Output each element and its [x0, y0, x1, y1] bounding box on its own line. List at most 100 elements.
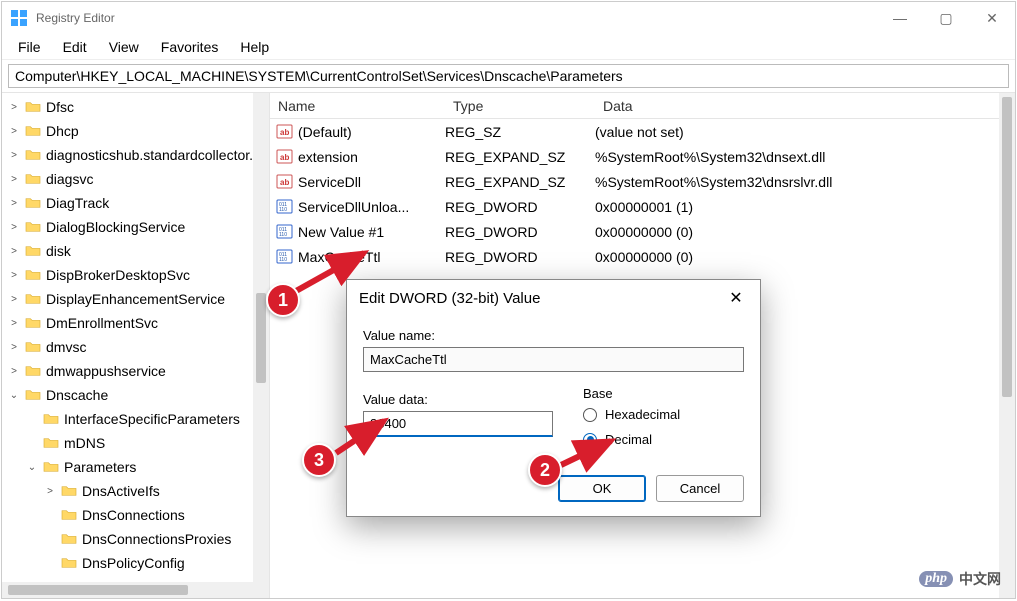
menu-help[interactable]: Help — [230, 37, 279, 57]
tree-item[interactable]: > Dfsc — [2, 95, 269, 119]
list-row[interactable]: (Default)REG_SZ(value not set) — [270, 119, 1015, 144]
tree-item-label: DiagTrack — [46, 195, 109, 211]
tree-twisty-icon[interactable]: > — [6, 342, 22, 353]
tree-twisty-icon[interactable]: > — [6, 246, 22, 257]
tree-item[interactable]: DnsPolicyConfig — [2, 551, 269, 575]
tree-item-label: DialogBlockingService — [46, 219, 185, 235]
maximize-button[interactable]: ▢ — [923, 2, 969, 34]
tree-item[interactable]: >DnsActiveIfs — [2, 479, 269, 503]
tree-twisty-icon[interactable]: > — [6, 318, 22, 329]
menu-file[interactable]: File — [8, 37, 51, 57]
dialog-titlebar[interactable]: Edit DWORD (32-bit) Value ✕ — [347, 280, 760, 316]
tree-panel[interactable]: > Dfsc > Dhcp >diagnosticshub.standardcollec… — [2, 93, 270, 598]
tree-item[interactable]: mDNS — [2, 431, 269, 455]
dialog-close-button[interactable]: ✕ — [724, 288, 748, 308]
tree-vertical-scrollbar[interactable] — [253, 93, 269, 582]
cell-type: REG_DWORD — [445, 249, 595, 265]
base-label: Base — [583, 386, 744, 401]
minimize-button[interactable]: — — [877, 2, 923, 34]
tree-twisty-icon[interactable]: > — [6, 102, 22, 113]
titlebar[interactable]: Registry Editor — ▢ ✕ — [2, 2, 1015, 34]
close-icon: ✕ — [729, 290, 742, 307]
address-input[interactable] — [8, 64, 1009, 88]
list-row[interactable]: New Value #1REG_DWORD0x00000000 (0) — [270, 219, 1015, 244]
tree-item-label: Dfsc — [46, 99, 74, 115]
tree-item[interactable]: >diagnosticshub.standardcollector.s — [2, 143, 269, 167]
list-row[interactable]: extensionREG_EXPAND_SZ%SystemRoot%\Syste… — [270, 144, 1015, 169]
minimize-icon: — — [893, 10, 907, 26]
tree-twisty-icon[interactable]: > — [6, 294, 22, 305]
tree-item[interactable]: ⌄Dnscache — [2, 383, 269, 407]
tree-twisty-icon[interactable]: > — [6, 150, 22, 161]
radio-icon — [583, 408, 597, 422]
menu-edit[interactable]: Edit — [53, 37, 97, 57]
tree-item-label: DmEnrollmentSvc — [46, 315, 158, 331]
tree-item[interactable]: > Dhcp — [2, 119, 269, 143]
annotation-bubble-3: 3 — [302, 443, 336, 477]
tree-twisty-icon[interactable]: > — [6, 126, 22, 137]
menu-favorites[interactable]: Favorites — [151, 37, 229, 57]
column-header-type[interactable]: Type — [445, 98, 595, 114]
tree-item[interactable]: >disk — [2, 239, 269, 263]
tree-twisty-icon[interactable]: > — [42, 486, 58, 497]
column-header-data[interactable]: Data — [595, 98, 1015, 114]
list-row[interactable]: MaxCacheTtlREG_DWORD0x00000000 (0) — [270, 244, 1015, 269]
tree-horizontal-scrollbar[interactable] — [2, 582, 269, 598]
value-data-label: Value data: — [363, 392, 553, 407]
list-vertical-scrollbar[interactable] — [999, 93, 1015, 598]
tree-item[interactable]: > DiagTrack — [2, 191, 269, 215]
tree-twisty-icon[interactable]: > — [6, 198, 22, 209]
tree-item[interactable]: >dmwappushservice — [2, 359, 269, 383]
folder-icon — [60, 532, 78, 546]
list-header[interactable]: Name Type Data — [270, 93, 1015, 119]
tree-item[interactable]: >DispBrokerDesktopSvc — [2, 263, 269, 287]
scroll-thumb[interactable] — [1002, 97, 1012, 397]
folder-icon — [24, 316, 42, 330]
tree-item-label: mDNS — [64, 435, 105, 451]
folder-icon — [24, 148, 42, 162]
tree-item[interactable]: DnsConnectionsProxies — [2, 527, 269, 551]
folder-icon — [24, 388, 42, 402]
annotation-arrow-3 — [330, 411, 400, 461]
close-icon: ✕ — [986, 10, 998, 27]
cancel-button[interactable]: Cancel — [656, 475, 744, 502]
tree-twisty-icon[interactable]: > — [6, 174, 22, 185]
watermark-cn: 中文网 — [959, 569, 1001, 589]
tree-item[interactable]: InterfaceSpecificParameters — [2, 407, 269, 431]
tree-item[interactable]: DnsConnections — [2, 503, 269, 527]
folder-icon — [42, 460, 60, 474]
tree-item[interactable]: >diagsvc — [2, 167, 269, 191]
tree-twisty-icon[interactable]: > — [6, 222, 22, 233]
cell-type: REG_DWORD — [445, 199, 595, 215]
close-button[interactable]: ✕ — [969, 2, 1015, 34]
tree-item-label: Dhcp — [46, 123, 79, 139]
tree-item[interactable]: ⌄Parameters — [2, 455, 269, 479]
tree-twisty-icon[interactable]: > — [6, 270, 22, 281]
maximize-icon: ▢ — [939, 10, 952, 27]
scroll-thumb[interactable] — [256, 293, 266, 383]
folder-icon — [24, 340, 42, 354]
tree-twisty-icon[interactable]: > — [6, 366, 22, 377]
ok-button[interactable]: OK — [558, 475, 646, 502]
reg-binary-icon — [274, 223, 296, 240]
cell-type: REG_SZ — [445, 124, 595, 140]
tree-item-label: dmvsc — [46, 339, 86, 355]
menu-view[interactable]: View — [99, 37, 149, 57]
value-name-input[interactable] — [363, 347, 744, 372]
radio-hexadecimal[interactable]: Hexadecimal — [583, 407, 744, 422]
list-row[interactable]: ServiceDllUnloa...REG_DWORD0x00000001 (1… — [270, 194, 1015, 219]
tree-item[interactable]: >DisplayEnhancementService — [2, 287, 269, 311]
tree-twisty-icon[interactable]: ⌄ — [6, 390, 22, 401]
folder-icon — [60, 484, 78, 498]
tree-item-label: DnsConnectionsProxies — [82, 531, 231, 547]
window-title: Registry Editor — [36, 11, 115, 25]
tree-item[interactable]: > DmEnrollmentSvc — [2, 311, 269, 335]
cell-data: %SystemRoot%\System32\dnsext.dll — [595, 149, 1015, 165]
tree-item[interactable]: > DialogBlockingService — [2, 215, 269, 239]
column-header-name[interactable]: Name — [270, 98, 445, 114]
scroll-thumb[interactable] — [8, 585, 188, 595]
cell-type: REG_EXPAND_SZ — [445, 149, 595, 165]
list-row[interactable]: ServiceDllREG_EXPAND_SZ%SystemRoot%\Syst… — [270, 169, 1015, 194]
tree-item[interactable]: > dmvsc — [2, 335, 269, 359]
tree-twisty-icon[interactable]: ⌄ — [24, 462, 40, 473]
